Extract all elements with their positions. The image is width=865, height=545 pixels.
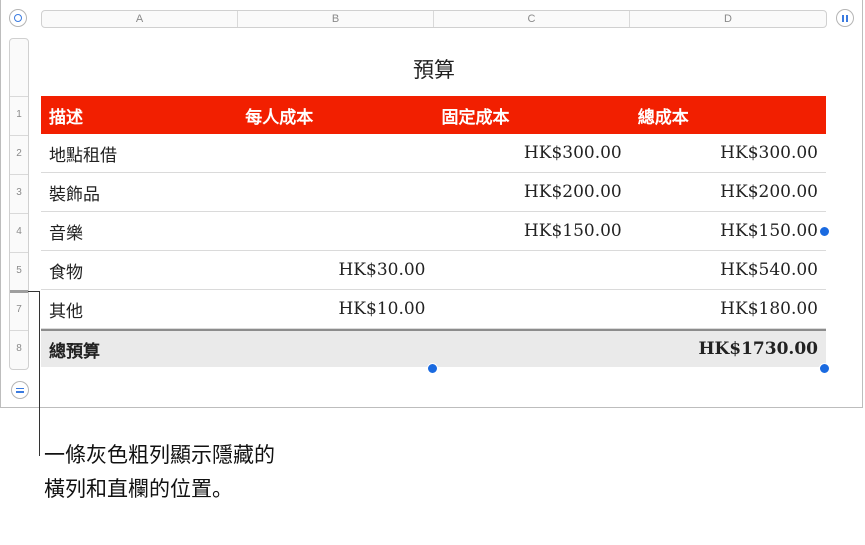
select-all-circle-icon: [14, 14, 22, 22]
table-row: 其他 HK$10.00 HK$180.00: [41, 290, 826, 329]
header-cell-description[interactable]: 描述: [41, 96, 237, 134]
row-separator: [10, 213, 28, 214]
row-header-8[interactable]: 8: [10, 343, 28, 354]
cell-total-cost[interactable]: HK$540.00: [630, 251, 826, 289]
cell-fixed-cost[interactable]: HK$150.00: [434, 212, 630, 250]
cell-total-cost[interactable]: HK$300.00: [630, 134, 826, 172]
add-column-button[interactable]: [836, 9, 854, 27]
callout-line-1: 一條灰色粗列顯示隱藏的: [44, 443, 275, 467]
spreadsheet-window: A B C D 1 2 3 4 5 7 8 預算 描述 每人成本 固定成本 總成…: [0, 0, 863, 408]
cell-description[interactable]: 食物: [41, 251, 237, 289]
equal-icon: [16, 387, 24, 393]
cell-per-person-cost[interactable]: HK$10.00: [237, 290, 433, 328]
cell-description[interactable]: 其他: [41, 290, 237, 328]
table-row: 音樂 HK$150.00 HK$150.00: [41, 212, 826, 251]
column-header-c[interactable]: C: [434, 11, 630, 27]
row-header-4[interactable]: 4: [10, 226, 28, 237]
cell-per-person-cost[interactable]: HK$30.00: [237, 251, 433, 289]
cell-description[interactable]: 地點租借: [41, 134, 237, 172]
pause-icon: [842, 14, 848, 22]
resize-handle-corner[interactable]: [819, 363, 830, 374]
cell-per-person-cost[interactable]: [237, 331, 433, 367]
cell-per-person-cost[interactable]: [237, 134, 433, 172]
cell-fixed-cost[interactable]: HK$300.00: [434, 134, 630, 172]
column-header-bar: A B C D: [41, 10, 827, 28]
column-header-b[interactable]: B: [238, 11, 434, 27]
screenshot: A B C D 1 2 3 4 5 7 8 預算 描述 每人成本 固定成本 總成…: [0, 0, 865, 545]
cell-per-person-cost[interactable]: [237, 173, 433, 211]
column-header-d[interactable]: D: [630, 11, 826, 27]
callout-text: 一條灰色粗列顯示隱藏的 橫列和直欄的位置。: [44, 438, 444, 506]
hidden-row-indicator: [10, 290, 28, 293]
row-separator: [10, 96, 28, 97]
row-header-bar: 1 2 3 4 5 7 8: [9, 38, 29, 370]
cell-fixed-cost[interactable]: [434, 251, 630, 289]
row-header-2[interactable]: 2: [10, 148, 28, 159]
header-cell-fixed-cost[interactable]: 固定成本: [434, 96, 630, 134]
resize-handle-right[interactable]: [819, 226, 830, 237]
row-separator: [10, 330, 28, 331]
table-row: 地點租借 HK$300.00 HK$300.00: [41, 134, 826, 173]
cell-total-cost[interactable]: HK$150.00: [630, 212, 826, 250]
resize-handle-bottom[interactable]: [427, 363, 438, 374]
cell-total-budget-value[interactable]: HK$1730.00: [630, 331, 826, 367]
add-row-button[interactable]: [11, 381, 29, 399]
header-cell-total-cost[interactable]: 總成本: [630, 96, 826, 134]
table-title[interactable]: 預算: [41, 54, 827, 84]
column-header-a[interactable]: A: [42, 11, 238, 27]
row-header-3[interactable]: 3: [10, 187, 28, 198]
cell-total-cost[interactable]: HK$180.00: [630, 290, 826, 328]
header-row: 描述 每人成本 固定成本 總成本: [41, 96, 826, 134]
cell-fixed-cost[interactable]: [434, 290, 630, 328]
select-table-button[interactable]: [9, 9, 27, 27]
cell-fixed-cost[interactable]: HK$200.00: [434, 173, 630, 211]
cell-total-budget-label[interactable]: 總預算: [41, 331, 237, 367]
table-row: 裝飾品 HK$200.00 HK$200.00: [41, 173, 826, 212]
cell-description[interactable]: 裝飾品: [41, 173, 237, 211]
row-header-1[interactable]: 1: [10, 109, 28, 120]
row-separator: [10, 135, 28, 136]
row-separator: [10, 252, 28, 253]
callout-line-2: 橫列和直欄的位置。: [44, 477, 233, 501]
footer-row: 總預算 HK$1730.00: [41, 329, 826, 367]
budget-table: 描述 每人成本 固定成本 總成本 地點租借 HK$300.00 HK$300.0…: [41, 96, 826, 367]
row-header-7[interactable]: 7: [10, 304, 28, 315]
header-cell-per-person-cost[interactable]: 每人成本: [237, 96, 433, 134]
table-row: 食物 HK$30.00 HK$540.00: [41, 251, 826, 290]
row-separator: [10, 174, 28, 175]
cell-total-cost[interactable]: HK$200.00: [630, 173, 826, 211]
cell-per-person-cost[interactable]: [237, 212, 433, 250]
cell-fixed-cost[interactable]: [434, 331, 630, 367]
callout-leader-line: [39, 291, 40, 456]
row-header-5[interactable]: 5: [10, 265, 28, 276]
cell-description[interactable]: 音樂: [41, 212, 237, 250]
